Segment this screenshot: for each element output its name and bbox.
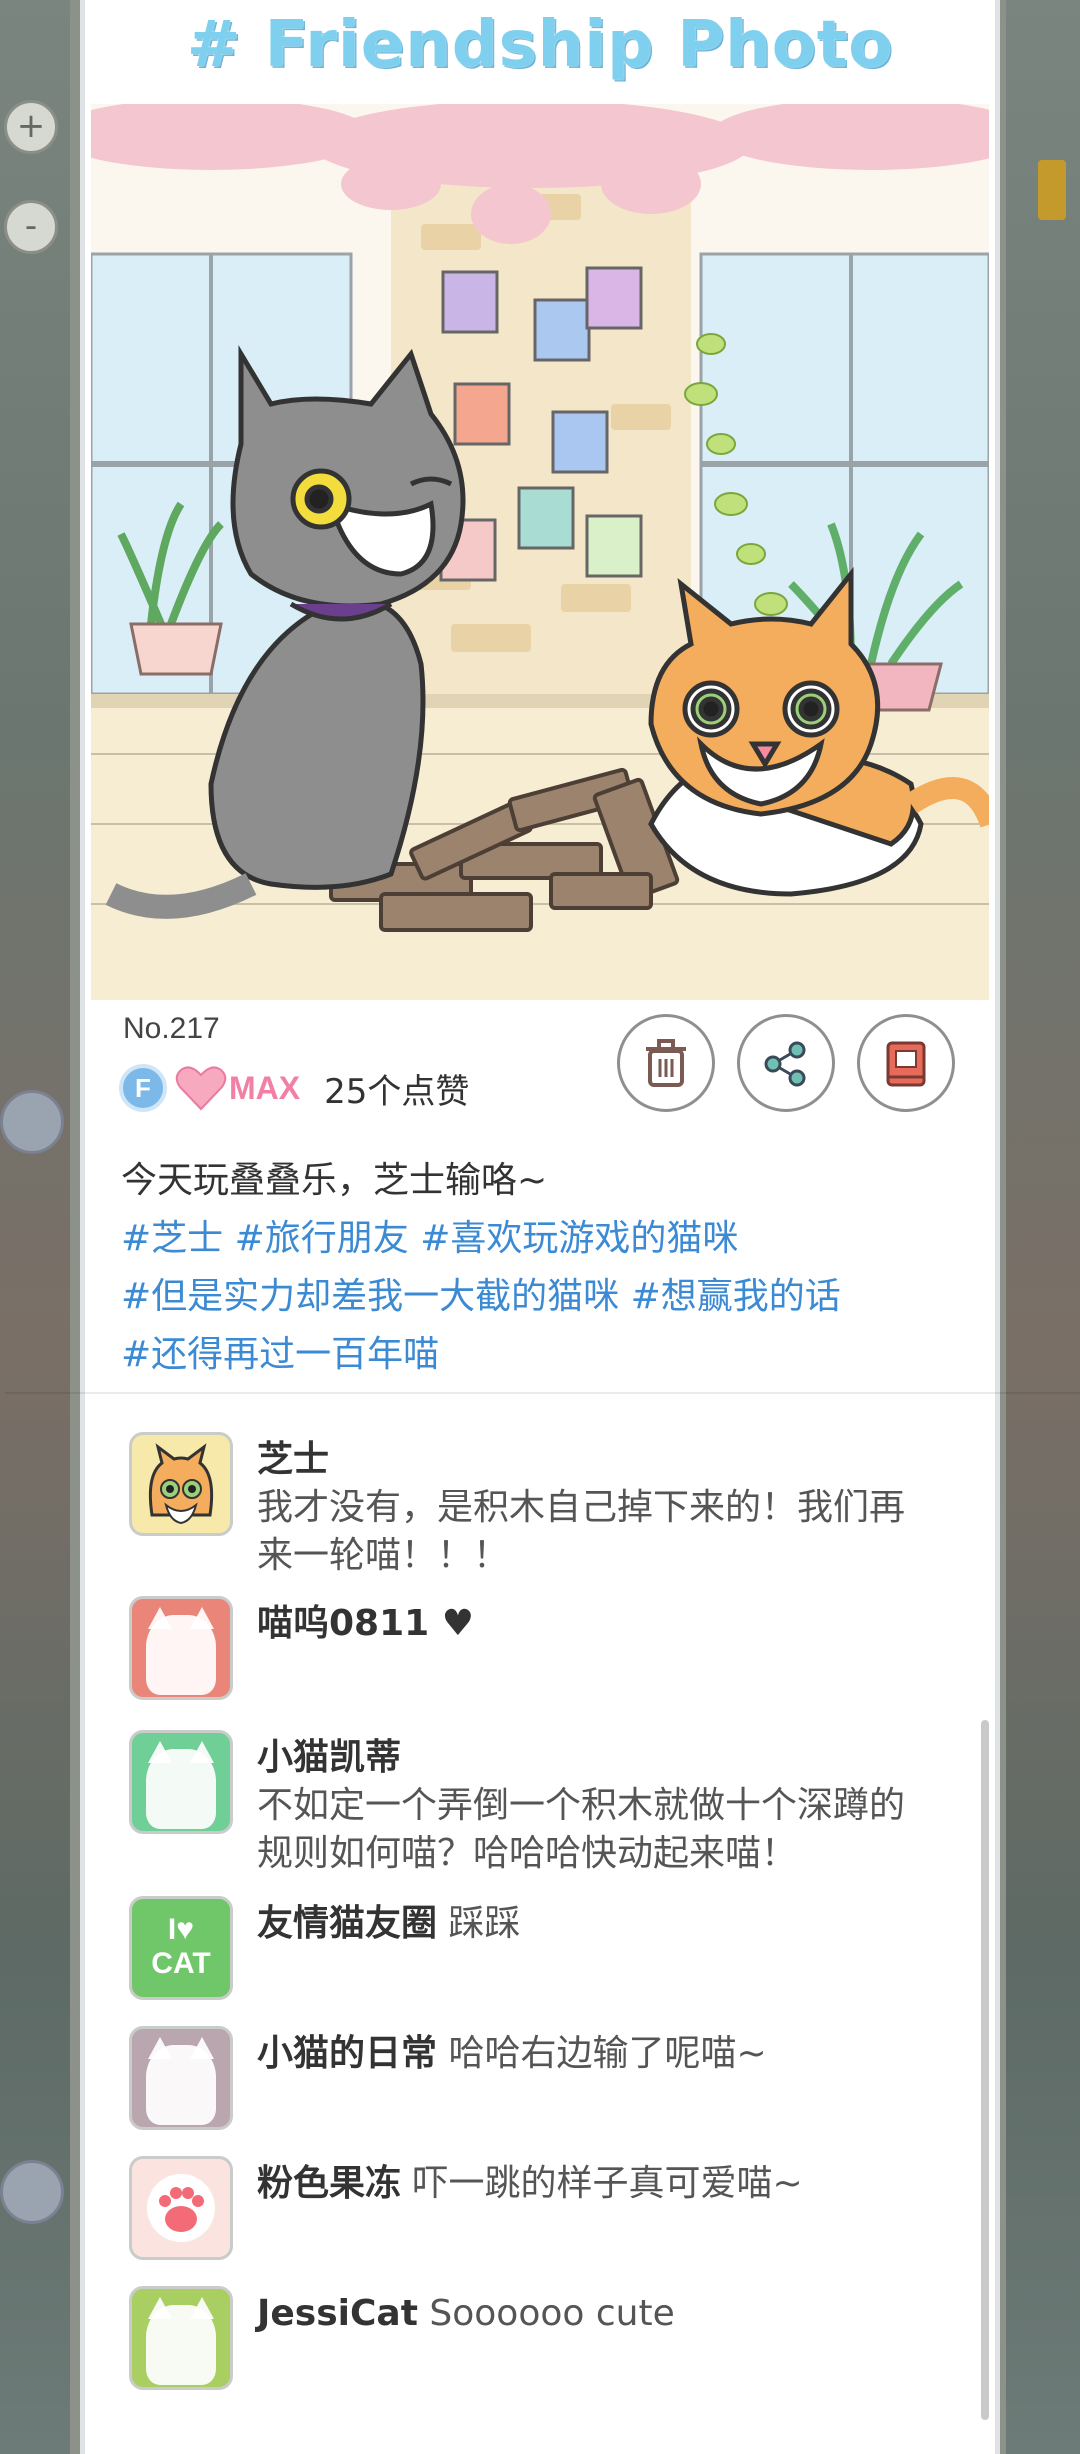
delete-button[interactable] bbox=[617, 1014, 715, 1112]
trash-icon bbox=[646, 1039, 686, 1087]
comment-item: 小猫凯蒂 不如定一个弄倒一个积木就做十个深蹲的 规则如何喵？哈哈哈快动起来喵！ bbox=[129, 1730, 949, 1878]
background-scene-right bbox=[1006, 0, 1080, 2454]
comment-text: 踩踩 bbox=[448, 1903, 521, 1944]
photo-number: No.217 bbox=[123, 1012, 220, 1045]
comment-item: JessiCat Soooooo cute bbox=[129, 2286, 949, 2390]
comment-text: 我才没有，是积木自己掉下来的！我们再 bbox=[257, 1487, 906, 1528]
zoom-out-button[interactable]: - bbox=[4, 200, 58, 254]
share-button[interactable] bbox=[737, 1014, 835, 1112]
comment-item: 喵呜0811 ♥ bbox=[129, 1596, 949, 1700]
avatar-text: I♥ bbox=[167, 1913, 195, 1946]
avatar-cat-daily[interactable] bbox=[129, 2026, 233, 2130]
comment-text: 不如定一个弄倒一个积木就做十个深蹲的 bbox=[257, 1785, 906, 1826]
comment-text: 哈哈右边输了呢喵~ bbox=[448, 2033, 767, 2074]
avatar-pink-jelly[interactable] bbox=[129, 2156, 233, 2260]
friendship-badge-icon: F bbox=[119, 1064, 167, 1112]
album-icon bbox=[886, 1041, 926, 1087]
background-scene-left bbox=[0, 0, 70, 2454]
caption-tags-line-1[interactable]: #芝士 #旅行朋友 #喜欢玩游戏的猫咪 bbox=[121, 1210, 961, 1268]
comment-item: 粉色果冻 吓一跳的样子真可爱喵~ bbox=[129, 2156, 949, 2260]
comment-item: 小猫的日常 哈哈右边输了呢喵~ bbox=[129, 2026, 949, 2130]
scene-cat-avatar bbox=[0, 1090, 64, 1154]
page-title: # Friendship Photo bbox=[186, 8, 894, 82]
avatar-jessicat[interactable] bbox=[129, 2286, 233, 2390]
heart-icon bbox=[175, 1066, 227, 1111]
friendship-photo-card: # Friendship Photo No.217 F MAX 25个点赞 今天… bbox=[5, 0, 1080, 2454]
paw-icon bbox=[147, 2174, 215, 2242]
comment-author: 芝士 bbox=[257, 1439, 330, 1480]
comment-author: 友情猫友圈 bbox=[257, 1903, 438, 1944]
comment-item: 芝士 我才没有，是积木自己掉下来的！我们再 来一轮喵！！！ bbox=[129, 1432, 949, 1580]
avatar-meow0811[interactable] bbox=[129, 1596, 233, 1700]
caption-tags-line-2[interactable]: #但是实力却差我一大截的猫咪 #想赢我的话 bbox=[121, 1268, 961, 1326]
photo-caption: 今天玩叠叠乐，芝士输咯~ #芝士 #旅行朋友 #喜欢玩游戏的猫咪 #但是实力却差… bbox=[121, 1152, 961, 1384]
caption-text: 今天玩叠叠乐，芝士输咯~ bbox=[121, 1160, 548, 1201]
comment-author: 小猫的日常 bbox=[257, 2033, 438, 2074]
comment-author: 粉色果冻 bbox=[257, 2163, 402, 2204]
comment-text: 吓一跳的样子真可爱喵~ bbox=[412, 2163, 803, 2204]
comment-text: Soooooo cute bbox=[429, 2293, 675, 2334]
avatar-text: CAT bbox=[151, 1947, 211, 1980]
scene-cat-avatar bbox=[0, 2160, 64, 2224]
comment-text: 来一轮喵！！！ bbox=[257, 1535, 510, 1576]
avatar-kitty[interactable] bbox=[129, 1730, 233, 1834]
avatar-cheese[interactable] bbox=[129, 1432, 233, 1536]
likes-count: 25个点赞 bbox=[324, 1071, 470, 1112]
friendship-level-label: MAX bbox=[229, 1069, 301, 1106]
comment-scrollbar[interactable] bbox=[981, 1720, 989, 2420]
section-divider bbox=[5, 1392, 1080, 1394]
comment-author: JessiCat bbox=[257, 2293, 418, 2334]
avatar-friendship-circle[interactable]: I♥ CAT bbox=[129, 1896, 233, 2000]
comment-author: 小猫凯蒂 bbox=[257, 1737, 402, 1778]
comment-item: I♥ CAT 友情猫友圈 踩踩 bbox=[129, 1896, 949, 2000]
comment-author: 喵呜0811 ♥ bbox=[257, 1603, 475, 1644]
friendship-photo-image bbox=[91, 104, 989, 1000]
likes-row: F MAX 25个点赞 bbox=[119, 1058, 469, 1118]
scene-flag-icon bbox=[1038, 160, 1066, 220]
share-icon bbox=[764, 1041, 806, 1087]
caption-tags-line-3[interactable]: #还得再过一百年喵 bbox=[121, 1326, 961, 1384]
album-button[interactable] bbox=[857, 1014, 955, 1112]
zoom-in-button[interactable]: + bbox=[4, 100, 58, 154]
comment-text: 规则如何喵？哈哈哈快动起来喵！ bbox=[257, 1833, 798, 1874]
